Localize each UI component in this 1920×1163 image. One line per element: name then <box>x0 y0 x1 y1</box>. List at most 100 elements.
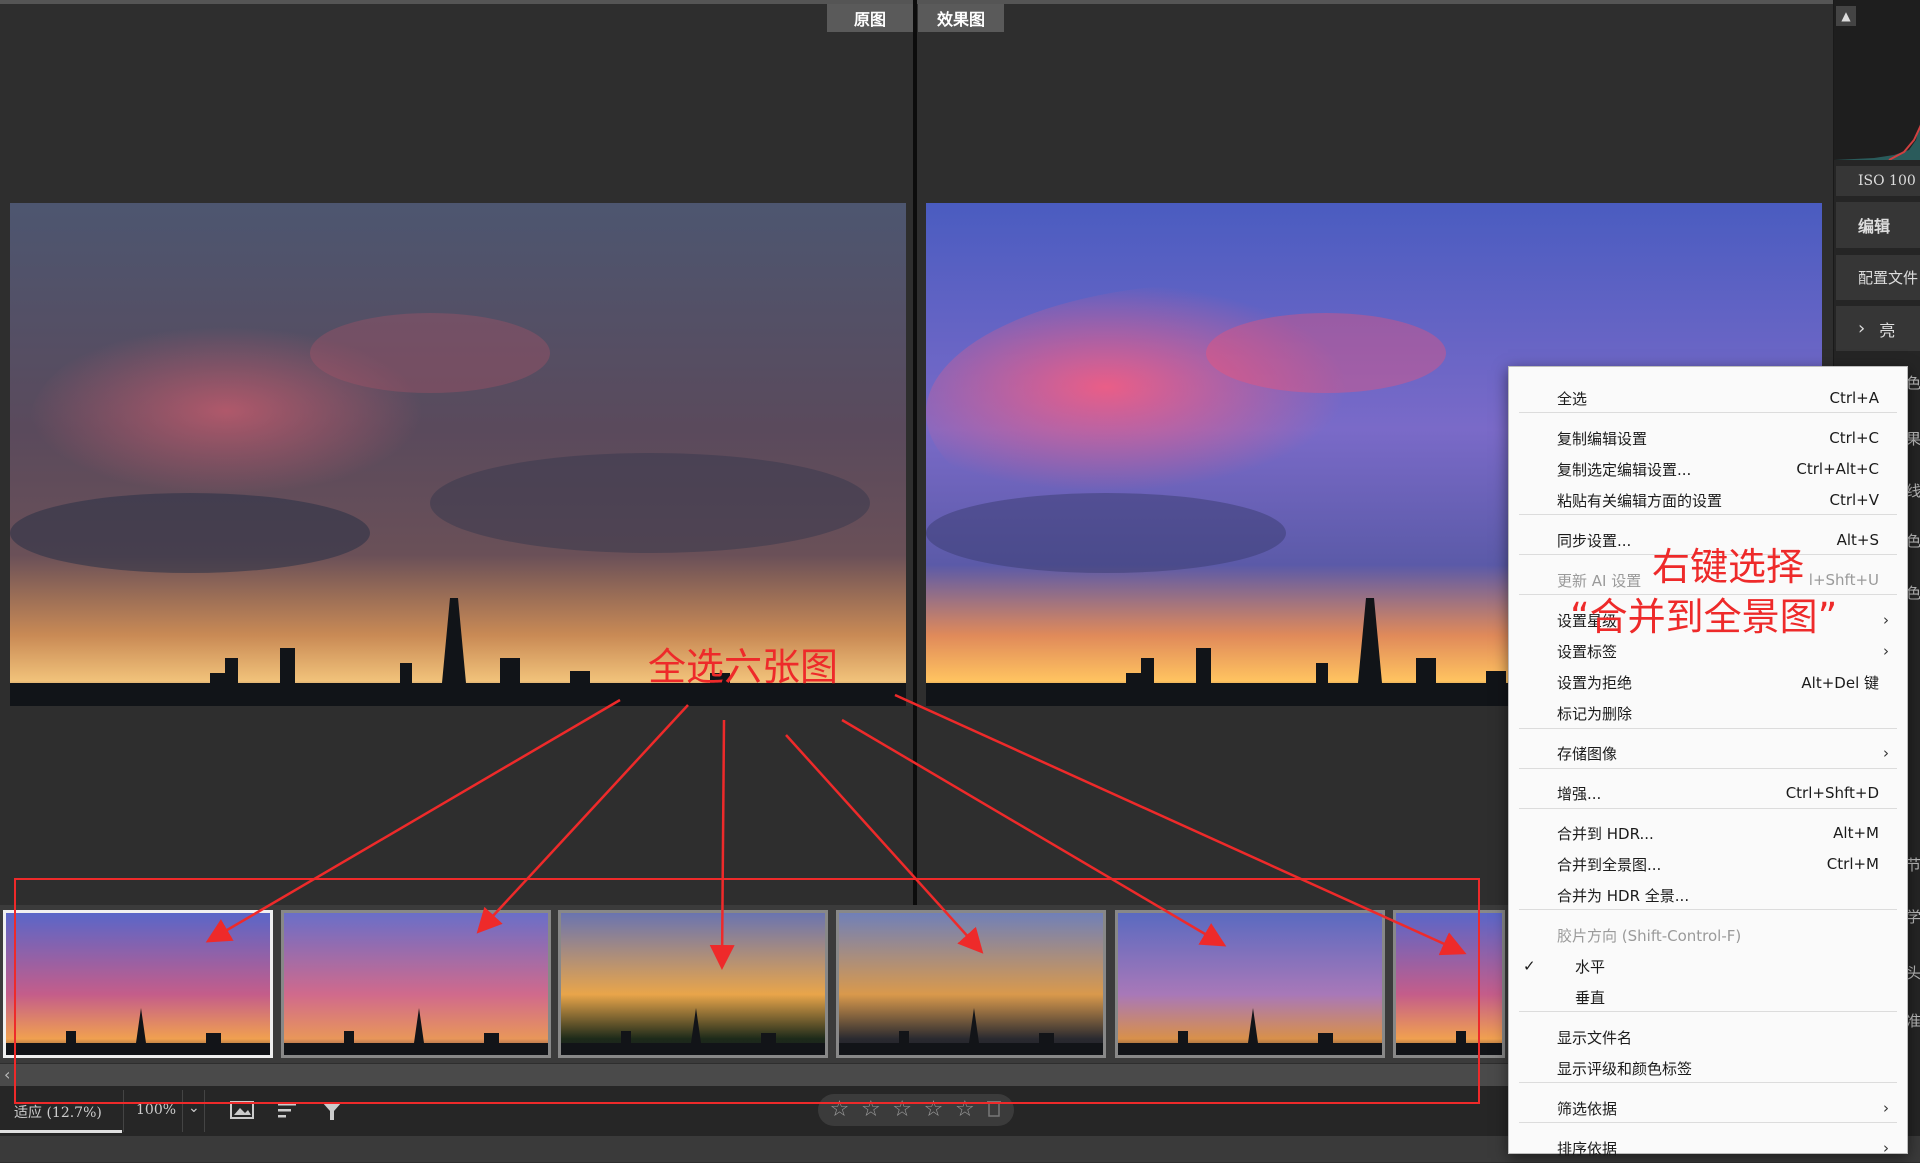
before-photo[interactable] <box>10 203 906 706</box>
menu-item[interactable]: 显示评级和颜色标签 <box>1509 1053 1907 1083</box>
menu-item-shortcut: Ctrl+Shft+D <box>1785 784 1879 802</box>
scroll-left-icon[interactable]: ‹ <box>4 1065 10 1084</box>
menu-item[interactable]: 筛选依据 › <box>1509 1093 1907 1123</box>
menu-item-shortcut: Alt+M <box>1833 824 1879 842</box>
panel-section-glyph: 线 <box>1906 482 1920 500</box>
panel-section-glyph: 色 <box>1906 532 1920 550</box>
menu-item-label: 显示评级和颜色标签 <box>1557 1059 1693 1078</box>
zoom-100-button[interactable]: 100% <box>136 1102 176 1118</box>
panel-section-glyph: 头 <box>1906 964 1920 982</box>
annotation-merge-panorama: “合并到全景图” <box>1570 595 1838 639</box>
compare-divider[interactable] <box>913 0 917 905</box>
menu-item-label: 增强... <box>1557 784 1602 803</box>
menu-item-label: 合并到 HDR... <box>1557 824 1654 843</box>
menu-item-shortcut: Ctrl+M <box>1826 855 1879 873</box>
filmstrip-thumbnail[interactable] <box>281 910 551 1058</box>
star-icon[interactable]: ☆ <box>892 1099 912 1121</box>
light-section[interactable]: › 亮 <box>1836 306 1920 351</box>
menu-item[interactable]: 标记为删除 <box>1509 698 1907 728</box>
menu-item-label: 合并到全景图... <box>1557 855 1662 874</box>
menu-item-label: 复制选定编辑设置... <box>1557 460 1692 479</box>
menu-item-label: 水平 <box>1575 957 1606 976</box>
iso-readout: ISO 100 <box>1836 166 1920 196</box>
fit-zoom-indicator <box>0 1130 122 1133</box>
filmstrip-thumbnail[interactable] <box>1115 910 1385 1058</box>
chevron-right-icon: › <box>1858 318 1866 339</box>
clipping-icon[interactable]: ▲ <box>1836 6 1856 26</box>
menu-item-label: 设置标签 <box>1557 642 1618 661</box>
menu-item-shortcut: Ctrl+V <box>1829 491 1879 509</box>
menu-item-shortcut: Ctrl+Alt+C <box>1796 460 1879 478</box>
panel-section-glyph: 节 <box>1906 856 1920 874</box>
filmstrip-thumbnail[interactable] <box>558 910 828 1058</box>
menu-item-label: 全选 <box>1557 389 1588 408</box>
panel-section-glyph: 色 <box>1906 374 1920 392</box>
star-icon[interactable]: ☆ <box>861 1099 881 1121</box>
menu-item-label: 存储图像 <box>1557 744 1618 763</box>
fit-zoom-button[interactable]: 适应 (12.7%) <box>14 1102 102 1122</box>
star-icon[interactable]: ☆ <box>955 1099 975 1121</box>
panel-section-glyph: 色 <box>1906 584 1920 602</box>
menu-item[interactable]: 粘贴有关编辑方面的设置 Ctrl+V <box>1509 485 1907 515</box>
menu-item[interactable]: 合并为 HDR 全景... <box>1509 880 1907 910</box>
submenu-arrow-icon: › <box>1883 642 1889 660</box>
menu-separator <box>1519 728 1897 729</box>
edit-panel-header[interactable]: 编辑 <box>1836 202 1920 248</box>
filmstrip-thumbnail[interactable] <box>3 910 273 1058</box>
filmstrip-scrollbar[interactable]: ‹ <box>0 1064 1510 1086</box>
menu-item[interactable]: 垂直 <box>1509 982 1907 1012</box>
bottom-toolbar <box>0 1086 1510 1136</box>
menu-item[interactable]: 排序依据 › <box>1509 1133 1907 1163</box>
menu-item[interactable]: ✓ 水平 <box>1509 951 1907 981</box>
toolbar-divider <box>123 1090 124 1132</box>
rating-stars[interactable]: ☆ ☆ ☆ ☆ ☆ <box>818 1094 1014 1126</box>
menu-item[interactable]: 显示文件名 <box>1509 1022 1907 1052</box>
submenu-arrow-icon: › <box>1883 1139 1889 1157</box>
menu-item: 胶片方向 (Shift-Control-F) <box>1509 920 1907 950</box>
star-icon[interactable]: ☆ <box>830 1099 850 1121</box>
panel-section-glyph: 准 <box>1906 1012 1920 1030</box>
menu-item-shortcut: Ctrl+C <box>1829 429 1879 447</box>
submenu-arrow-icon: › <box>1883 611 1889 629</box>
context-menu: 全选 Ctrl+A 复制编辑设置 Ctrl+C 复制选定编辑设置... Ctrl+Alt+… <box>1508 366 1908 1158</box>
menu-item[interactable]: 复制选定编辑设置... Ctrl+Alt+C <box>1509 454 1907 484</box>
filter-icon[interactable] <box>318 1098 348 1124</box>
filmstrip-thumbnail[interactable] <box>1393 910 1505 1058</box>
menu-item[interactable]: 设置为拒绝 Alt+Del 键 <box>1509 667 1907 697</box>
filmstrip-thumbnail[interactable] <box>836 910 1106 1058</box>
view-mode-icon[interactable] <box>228 1098 258 1124</box>
panel-section-glyph: 果 <box>1906 430 1920 448</box>
menu-item-label: 粘贴有关编辑方面的设置 <box>1557 491 1723 510</box>
menu-item[interactable]: 复制编辑设置 Ctrl+C <box>1509 423 1907 453</box>
before-view-label: 原图 <box>827 4 913 32</box>
after-view-label: 效果图 <box>918 4 1004 32</box>
annotation-select-all: 全选六张图 <box>648 645 839 689</box>
menu-item-shortcut: Alt+Del 键 <box>1801 673 1879 692</box>
menu-item[interactable]: 存储图像 › <box>1509 738 1907 768</box>
menu-item-shortcut: Ctrl+A <box>1829 389 1879 407</box>
menu-item[interactable]: 合并到 HDR... Alt+M <box>1509 818 1907 848</box>
checkmark-icon: ✓ <box>1523 957 1536 975</box>
zoom-dropdown-icon[interactable]: ⌄ <box>188 1100 200 1116</box>
light-section-label: 亮 <box>1879 320 1896 340</box>
menu-item[interactable]: 全选 Ctrl+A <box>1509 383 1907 413</box>
sort-icon[interactable] <box>274 1098 304 1124</box>
trash-icon[interactable] <box>986 1099 1002 1121</box>
menu-item-label: 同步设置... <box>1557 531 1632 550</box>
menu-item[interactable]: 合并到全景图... Ctrl+M <box>1509 849 1907 879</box>
menu-item-label: 设置为拒绝 <box>1557 673 1633 692</box>
menu-item-label: 显示文件名 <box>1557 1028 1633 1047</box>
menu-item[interactable]: 增强... Ctrl+Shft+D <box>1509 778 1907 808</box>
menu-item-label: 合并为 HDR 全景... <box>1557 886 1690 905</box>
menu-separator <box>1519 808 1897 809</box>
menu-item-label: 垂直 <box>1575 988 1606 1007</box>
toolbar-divider <box>182 1090 183 1132</box>
menu-separator <box>1519 768 1897 769</box>
annotation-right-click: 右键选择 <box>1652 545 1805 589</box>
profile-section[interactable]: 配置文件 <box>1836 255 1920 300</box>
menu-item-label: 胶片方向 (Shift-Control-F) <box>1557 926 1742 945</box>
submenu-arrow-icon: › <box>1883 1099 1889 1117</box>
menu-item-label: 筛选依据 <box>1557 1099 1618 1118</box>
star-icon[interactable]: ☆ <box>924 1099 944 1121</box>
panel-section-glyph: 学 <box>1906 908 1920 926</box>
